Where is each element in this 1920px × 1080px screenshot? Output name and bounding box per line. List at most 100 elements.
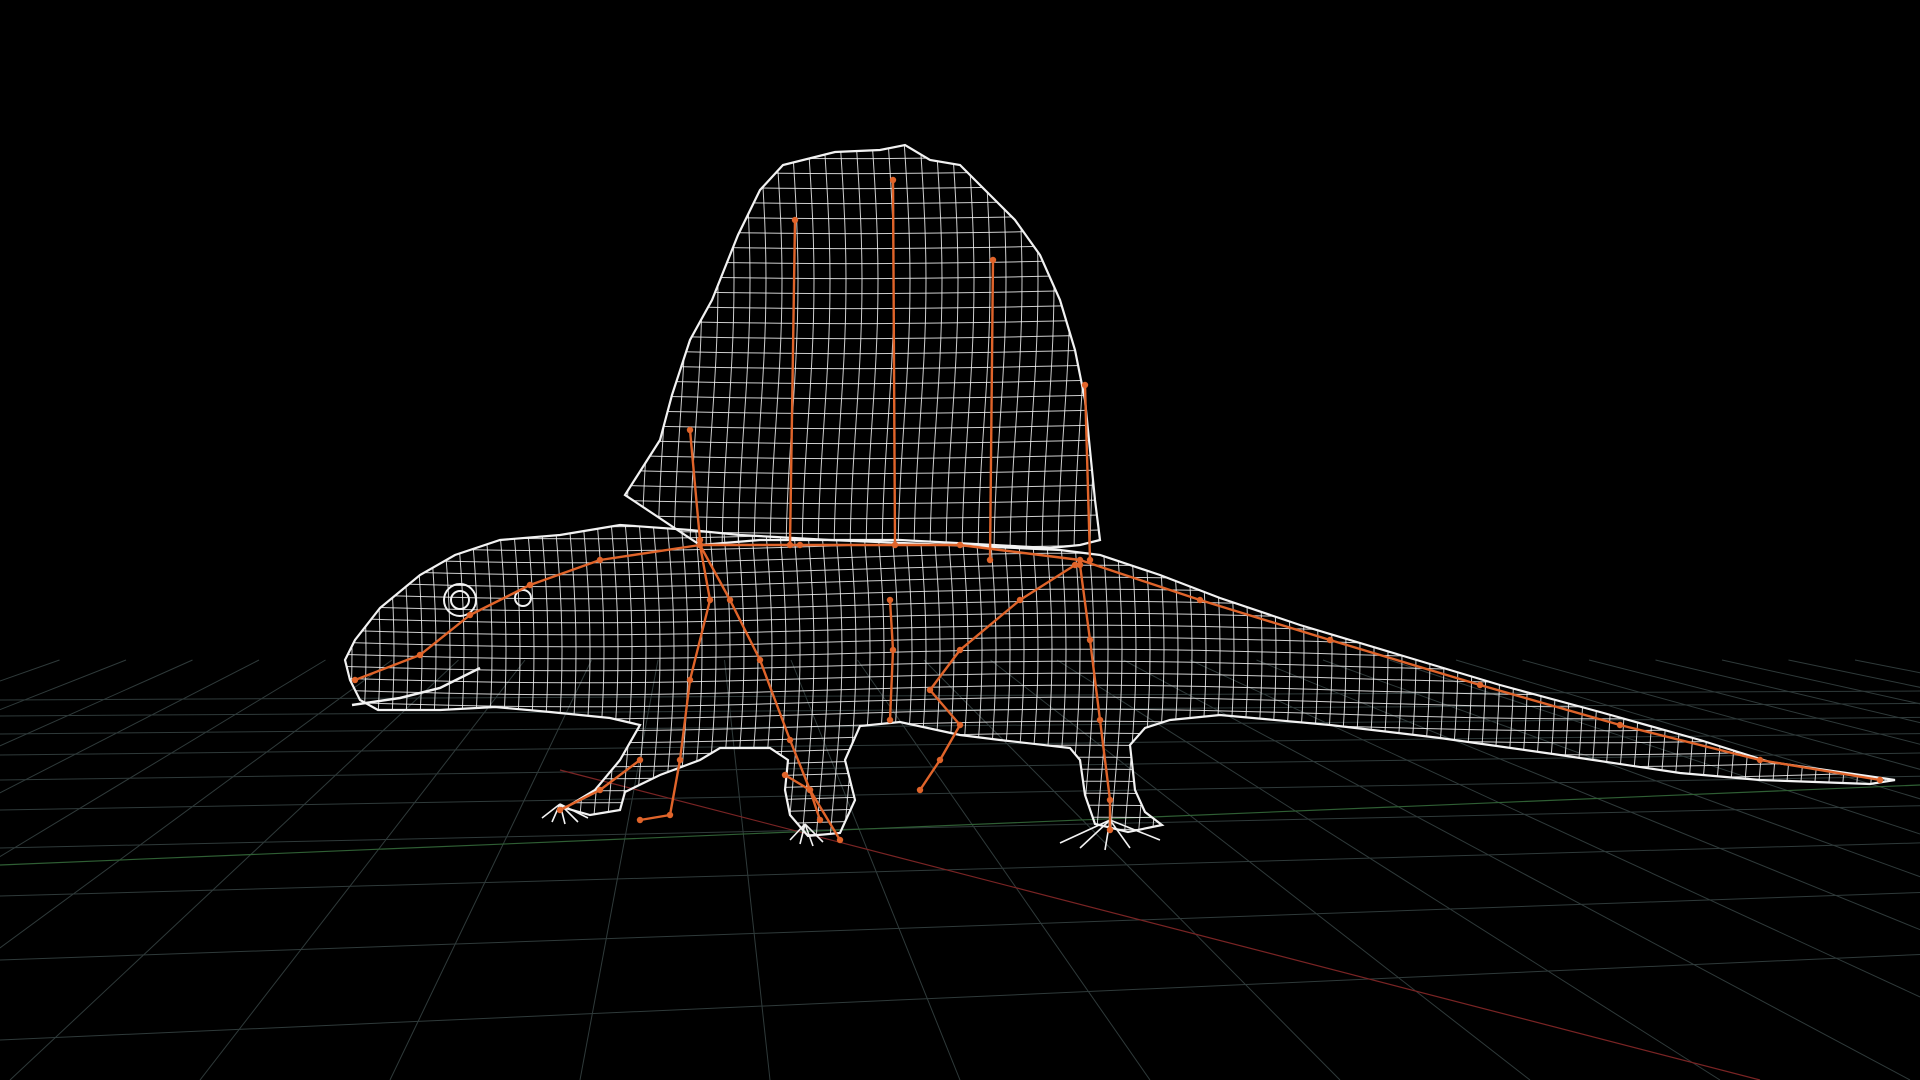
bone-joint bbox=[706, 596, 714, 604]
grid-line bbox=[0, 954, 1920, 1041]
grid-line bbox=[0, 659, 393, 949]
sail-wireframe[interactable] bbox=[594, 140, 1110, 564]
bone-joint bbox=[786, 736, 794, 744]
mesh-edge bbox=[325, 510, 338, 850]
bone-joint bbox=[466, 611, 474, 619]
bone-joint bbox=[756, 656, 764, 664]
mesh-edge bbox=[1276, 525, 1291, 836]
mesh-edge bbox=[625, 424, 1100, 430]
bone-joint bbox=[1106, 826, 1114, 834]
mesh-edge bbox=[1318, 525, 1333, 836]
mesh-edge bbox=[1794, 525, 1809, 836]
mesh-edge bbox=[345, 600, 1891, 612]
mesh-edge bbox=[625, 169, 1100, 175]
mesh-edge bbox=[1025, 145, 1039, 548]
mesh-edge bbox=[345, 672, 1891, 684]
bone-joint bbox=[556, 806, 564, 814]
mesh-edge bbox=[625, 304, 1100, 310]
skeleton-rig[interactable] bbox=[351, 176, 1884, 844]
mesh-edge bbox=[625, 454, 1100, 460]
mesh-edge bbox=[625, 214, 1100, 220]
mesh-edge bbox=[1041, 145, 1055, 548]
bone-joint bbox=[926, 686, 934, 694]
viewport-canvas[interactable] bbox=[0, 0, 1920, 1080]
bone-joint bbox=[781, 771, 789, 779]
mesh-edge bbox=[625, 319, 1100, 325]
mesh-edge bbox=[1220, 525, 1235, 836]
grid-line bbox=[1256, 659, 1920, 931]
mesh-edge bbox=[977, 145, 991, 548]
bone-joint bbox=[1076, 561, 1084, 569]
mesh-edge bbox=[422, 525, 437, 836]
mesh-edge bbox=[1360, 525, 1375, 836]
grid-line bbox=[0, 805, 1920, 849]
grid-line bbox=[0, 659, 127, 711]
bone-joint bbox=[786, 541, 794, 549]
mesh-edge bbox=[1038, 525, 1053, 836]
bone-joint bbox=[1196, 596, 1204, 604]
mesh-edge bbox=[1528, 525, 1543, 836]
mesh-edge bbox=[996, 525, 1011, 836]
mesh-edge bbox=[625, 499, 1100, 505]
bone-joint bbox=[956, 721, 964, 729]
mesh-lines bbox=[325, 505, 1895, 851]
mesh-edge bbox=[1640, 525, 1655, 836]
grid-line bbox=[9, 659, 459, 1080]
mesh-edge bbox=[1780, 525, 1795, 836]
bone-joint bbox=[886, 596, 894, 604]
mesh-edge bbox=[330, 841, 1890, 851]
mesh-edge bbox=[1556, 525, 1571, 836]
bone-joint bbox=[696, 541, 704, 549]
mesh-edge bbox=[345, 636, 1891, 648]
bone-chain bbox=[891, 179, 897, 546]
bone-joint bbox=[1756, 756, 1764, 764]
mesh-edge bbox=[478, 525, 493, 836]
mesh-edge bbox=[1057, 145, 1071, 548]
mesh-edge bbox=[562, 525, 577, 836]
mesh-outline bbox=[343, 523, 1896, 838]
bone-joint bbox=[886, 716, 894, 724]
mesh-edge bbox=[1234, 525, 1249, 836]
mesh-lines bbox=[625, 145, 1100, 548]
grid-line bbox=[0, 659, 326, 858]
grid-line bbox=[0, 892, 1920, 961]
bone-joint bbox=[596, 786, 604, 794]
mesh-edge bbox=[345, 624, 1891, 636]
mesh-edge bbox=[1766, 525, 1781, 836]
bone-joint bbox=[936, 756, 944, 764]
body-wireframe[interactable] bbox=[325, 505, 1906, 851]
mesh-edge bbox=[1150, 525, 1165, 836]
grid-line bbox=[0, 659, 193, 747]
mesh-edge bbox=[856, 525, 871, 836]
bone-joint bbox=[1476, 681, 1484, 689]
bone-joint bbox=[1326, 636, 1334, 644]
mesh-edge bbox=[1262, 525, 1277, 836]
3d-viewport[interactable] bbox=[0, 0, 1920, 1080]
grid-line bbox=[1854, 659, 1920, 674]
mesh-edge bbox=[1010, 525, 1025, 836]
mesh-edge bbox=[1089, 145, 1100, 548]
mesh-edge bbox=[345, 612, 1891, 624]
mesh-edge bbox=[1122, 525, 1137, 836]
mesh-edge bbox=[641, 145, 655, 548]
bone-joint bbox=[791, 216, 799, 224]
mesh-edge bbox=[1724, 525, 1739, 836]
mesh-edge bbox=[817, 145, 831, 548]
mesh-edge bbox=[1668, 525, 1683, 836]
mesh-edge bbox=[345, 660, 1891, 672]
bone-joint bbox=[889, 646, 897, 654]
bone-joint bbox=[676, 756, 684, 764]
mesh-edge bbox=[520, 525, 535, 836]
mesh-edge bbox=[833, 145, 847, 548]
mesh-edge bbox=[898, 525, 913, 836]
grid-line bbox=[1655, 659, 1920, 724]
mesh-edge bbox=[1178, 525, 1193, 836]
mesh-edge bbox=[1500, 525, 1515, 836]
bone-joint bbox=[636, 816, 644, 824]
mesh-edge bbox=[330, 505, 1890, 515]
mesh-edge bbox=[625, 514, 1100, 520]
mesh-edge bbox=[345, 756, 1891, 768]
bone-joint bbox=[916, 786, 924, 794]
bone-joint bbox=[351, 676, 359, 684]
mesh-edge bbox=[1304, 525, 1319, 836]
